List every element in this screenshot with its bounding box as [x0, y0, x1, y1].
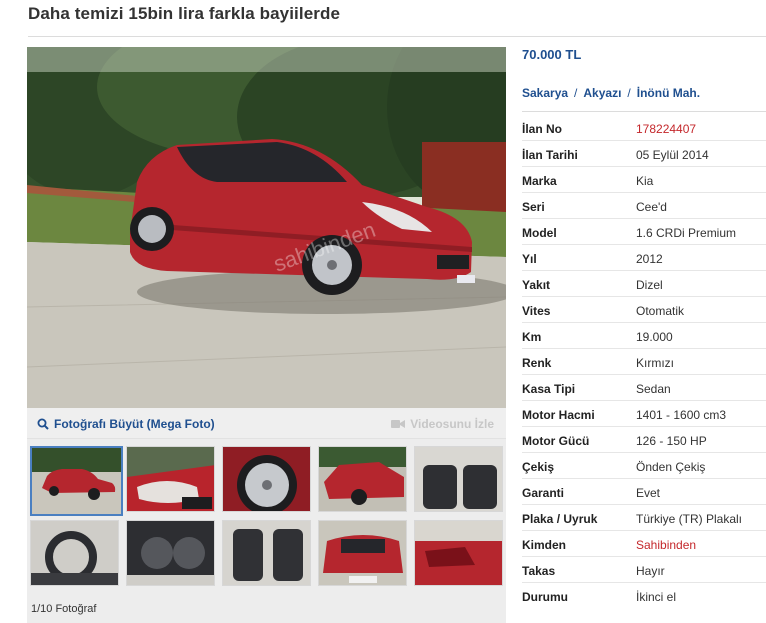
watch-video-link: Videosunu İzle	[391, 417, 494, 431]
spec-value: 1.6 CRDi Premium	[636, 226, 737, 240]
spec-row: Km 19.000	[522, 323, 766, 349]
spec-label: İlan Tarihi	[522, 148, 578, 162]
thumbnail-8[interactable]	[222, 520, 311, 586]
spec-label: Yakıt	[522, 278, 551, 292]
spec-value: Sedan	[636, 382, 671, 396]
spec-value: 19.000	[636, 330, 673, 344]
spec-label: Yıl	[522, 252, 537, 266]
spec-row: Garanti Evet	[522, 479, 766, 505]
spec-label: Renk	[522, 356, 552, 370]
spec-label: Takas	[522, 564, 556, 578]
photo-gallery: sahibinden Fotoğrafı Büyüt (Mega Foto) V…	[27, 47, 506, 623]
thumbnail-5[interactable]	[414, 446, 503, 512]
magnifier-icon	[37, 418, 49, 430]
main-photo[interactable]: sahibinden	[27, 47, 506, 408]
spec-row: İlan Tarihi 05 Eylül 2014	[522, 141, 766, 167]
spec-label: Marka	[522, 174, 557, 188]
location-city-link[interactable]: Sakarya	[522, 86, 568, 100]
spec-label: Plaka / Uyruk	[522, 512, 598, 526]
watch-video-label: Videosunu İzle	[410, 417, 494, 431]
location-neighborhood-link[interactable]: İnönü Mah.	[637, 86, 700, 100]
thumbnail-10[interactable]	[414, 520, 503, 586]
spec-value: Kırmızı	[636, 356, 674, 370]
spec-row: Motor Hacmi 1401 - 1600 cm3	[522, 401, 766, 427]
spec-label: Motor Hacmi	[522, 408, 595, 422]
spec-value: Hayır	[636, 564, 665, 578]
thumbnail-9[interactable]	[318, 520, 407, 586]
photo-toolbar: Fotoğrafı Büyüt (Mega Foto) Videosunu İz…	[27, 408, 506, 439]
spec-label: Kasa Tipi	[522, 382, 576, 396]
spec-label: Garanti	[522, 486, 565, 500]
spec-value: 1401 - 1600 cm3	[636, 408, 727, 422]
spec-row: Çekiş Önden Çekiş	[522, 453, 766, 479]
spec-value: Evet	[636, 486, 661, 500]
breadcrumb-location: Sakarya / Akyazı / İnönü Mah.	[522, 86, 700, 100]
spec-row: Marka Kia	[522, 167, 766, 193]
thumbnail-1[interactable]	[30, 446, 123, 516]
spec-label: Km	[522, 330, 542, 344]
spec-label: Çekiş	[522, 460, 555, 474]
video-camera-icon	[391, 420, 406, 428]
spec-value: Dizel	[636, 278, 663, 292]
listing-title: Daha temizi 15bin lira farkla bayiilerde	[28, 4, 341, 23]
spec-row: Renk Kırmızı	[522, 349, 766, 375]
spec-row: Yakıt Dizel	[522, 271, 766, 297]
photo-counter: 1/10 Fotoğraf	[31, 603, 97, 615]
spec-row: Kimden Sahibinden	[522, 531, 766, 557]
spec-value: Cee'd	[636, 200, 667, 214]
spec-value: Kia	[636, 174, 654, 188]
spec-row: Motor Gücü 126 - 150 HP	[522, 427, 766, 453]
location-district-link[interactable]: Akyazı	[583, 86, 621, 100]
spec-value: 05 Eylül 2014	[636, 148, 709, 162]
spec-value: Otomatik	[636, 304, 685, 318]
spec-label: Model	[522, 226, 557, 240]
spec-row: Kasa Tipi Sedan	[522, 375, 766, 401]
spec-value: 178224407	[636, 122, 697, 136]
spec-label: İlan No	[522, 122, 563, 136]
thumbnail-2[interactable]	[126, 446, 215, 512]
thumbnail-7[interactable]	[126, 520, 215, 586]
spec-row: Model 1.6 CRDi Premium	[522, 219, 766, 245]
enlarge-photo-label: Fotoğrafı Büyüt (Mega Foto)	[54, 417, 215, 431]
thumbnail-4[interactable]	[318, 446, 407, 512]
breadcrumb-separator: /	[627, 86, 631, 100]
spec-label: Vites	[522, 304, 551, 318]
spec-row: Plaka / Uyruk Türkiye (TR) Plakalı	[522, 505, 766, 531]
spec-label: Seri	[522, 200, 545, 214]
breadcrumb-separator: /	[574, 86, 578, 100]
spec-table: İlan No 178224407 İlan Tarihi 05 Eylül 2014…	[522, 115, 766, 609]
spec-value: Sahibinden	[636, 538, 697, 552]
spec-row: Seri Cee'd	[522, 193, 766, 219]
spec-value: Önden Çekiş	[636, 460, 706, 474]
spec-label: Motor Gücü	[522, 434, 590, 448]
listing-price: 70.000 TL	[522, 47, 582, 62]
spec-row: Vites Otomatik	[522, 297, 766, 323]
thumbnail-3[interactable]	[222, 446, 311, 512]
spec-value: 126 - 150 HP	[636, 434, 707, 448]
spec-label: Durumu	[522, 590, 568, 604]
spec-value: Türkiye (TR) Plakalı	[636, 512, 743, 526]
spec-value: İkinci el	[636, 590, 677, 604]
spec-label: Kimden	[522, 538, 567, 552]
thumbnail-6[interactable]	[30, 520, 119, 586]
spec-row: Takas Hayır	[522, 557, 766, 583]
spec-row: Durumu İkinci el	[522, 583, 766, 609]
spec-row: İlan No 178224407	[522, 115, 766, 141]
spec-value: 2012	[636, 252, 663, 266]
enlarge-photo-link[interactable]: Fotoğrafı Büyüt (Mega Foto)	[37, 417, 215, 431]
title-divider	[28, 36, 766, 37]
location-divider	[522, 111, 766, 112]
spec-row: Yıl 2012	[522, 245, 766, 271]
